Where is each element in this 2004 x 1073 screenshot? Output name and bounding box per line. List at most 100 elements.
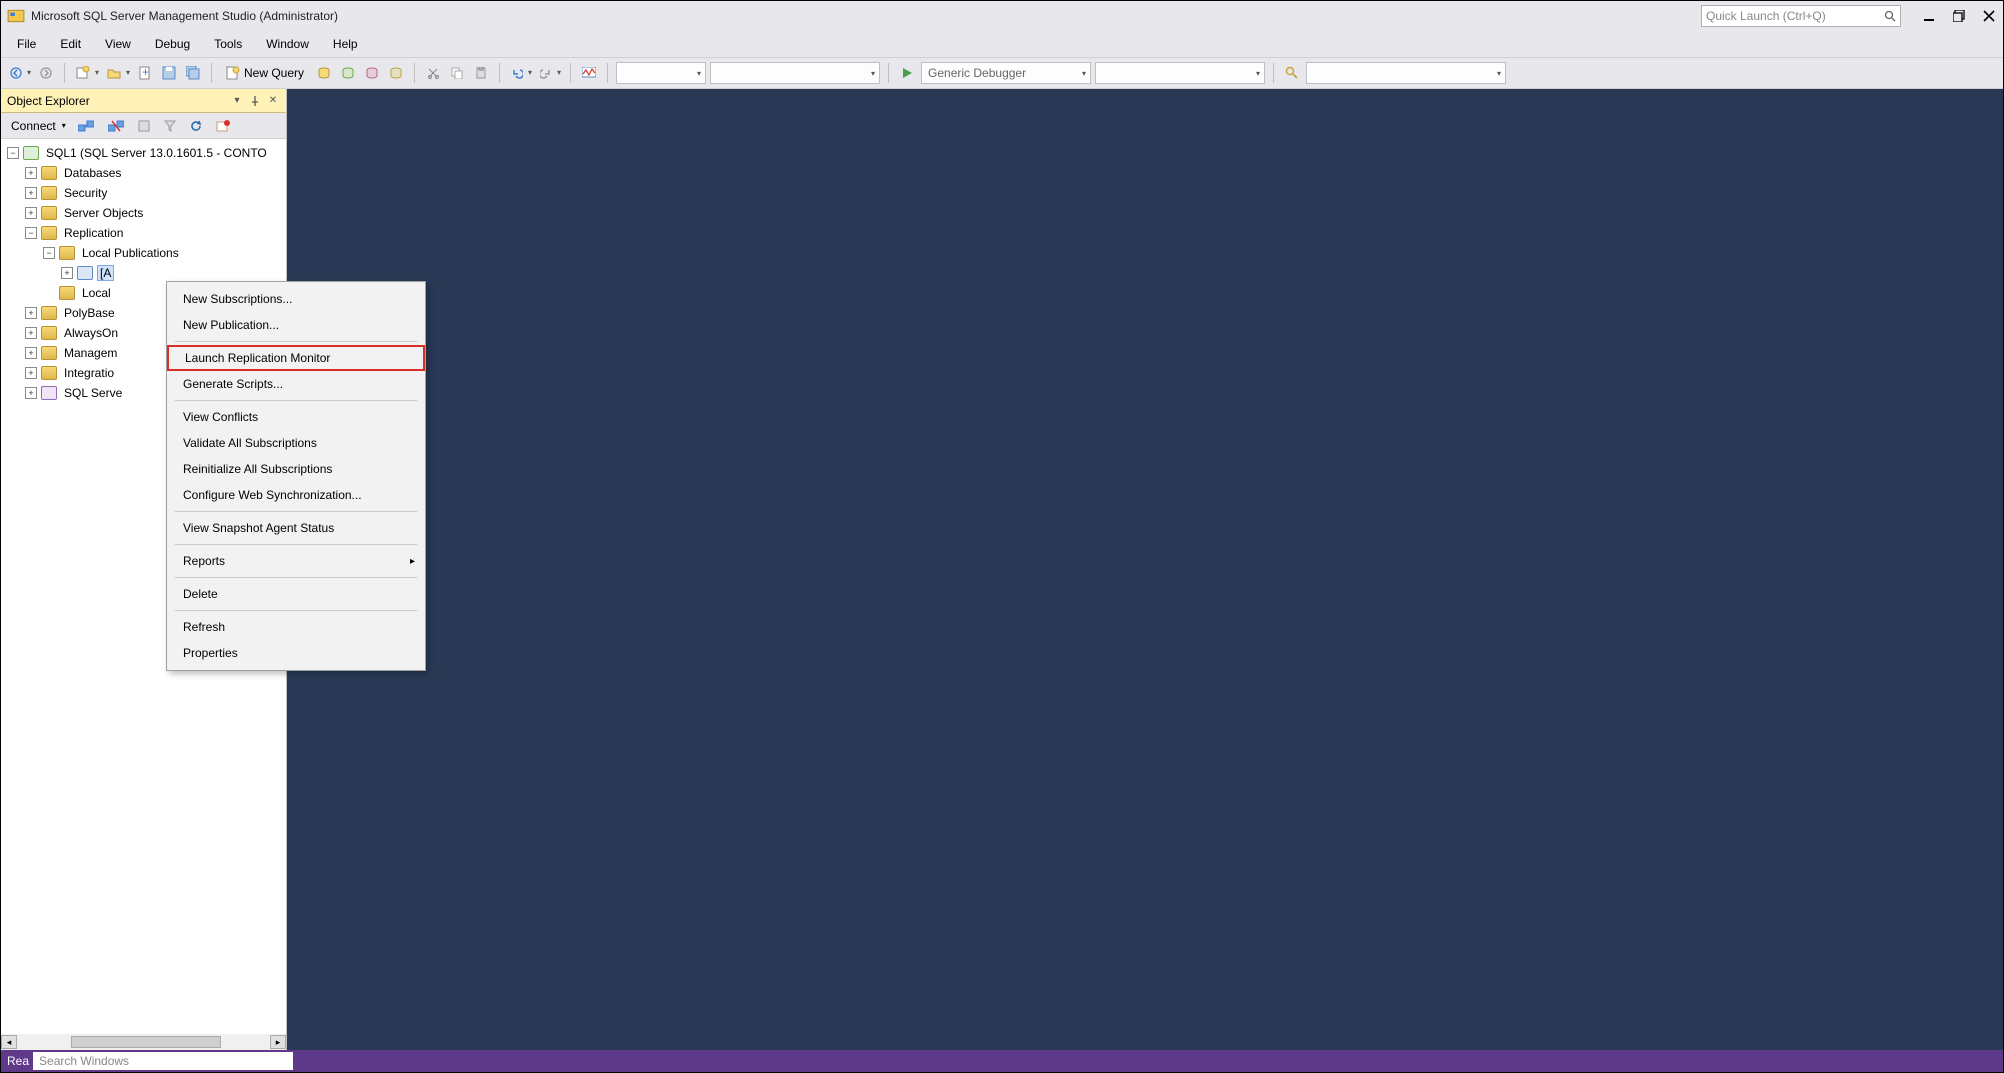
- quick-launch-input[interactable]: Quick Launch (Ctrl+Q): [1701, 5, 1901, 27]
- menu-window[interactable]: Window: [254, 33, 321, 55]
- expand-icon[interactable]: +: [25, 307, 37, 319]
- new-project-button[interactable]: [73, 62, 100, 84]
- cmi-reinitialize-all-subscriptions[interactable]: Reinitialize All Subscriptions: [167, 456, 425, 482]
- cmi-launch-replication-monitor[interactable]: Launch Replication Monitor: [167, 345, 425, 371]
- expand-icon[interactable]: +: [25, 387, 37, 399]
- debugger-combo[interactable]: Generic Debugger: [921, 62, 1091, 84]
- folder-icon: [59, 286, 75, 300]
- solution-config-combo[interactable]: [616, 62, 706, 84]
- app-window: Microsoft SQL Server Management Studio (…: [0, 0, 2004, 1073]
- redo-button[interactable]: [537, 62, 562, 84]
- expand-icon[interactable]: +: [25, 207, 37, 219]
- db-engine-query-button[interactable]: [314, 62, 334, 84]
- restore-button[interactable]: [1951, 8, 1967, 24]
- tree-server-node[interactable]: − SQL1 (SQL Server 13.0.1601.5 - CONTO: [7, 143, 284, 163]
- connect-button[interactable]: Connect: [7, 116, 68, 136]
- search-icon: [1884, 10, 1896, 22]
- activity-monitor-button[interactable]: [579, 62, 599, 84]
- add-file-button[interactable]: +: [135, 62, 155, 84]
- expand-icon[interactable]: +: [25, 327, 37, 339]
- mdx-query-button[interactable]: [338, 62, 358, 84]
- find-button[interactable]: [1282, 62, 1302, 84]
- menu-file[interactable]: File: [5, 33, 48, 55]
- scroll-right-button[interactable]: ▸: [270, 1035, 286, 1049]
- save-all-button[interactable]: [183, 62, 203, 84]
- panel-options-button[interactable]: ▾: [230, 94, 244, 108]
- object-explorer-title: Object Explorer: [7, 94, 226, 108]
- cmi-new-publication[interactable]: New Publication...: [167, 312, 425, 338]
- paste-button[interactable]: [471, 62, 491, 84]
- context-menu-separator: [175, 610, 417, 611]
- svg-text:+: +: [142, 66, 149, 79]
- open-file-button[interactable]: [104, 62, 131, 84]
- cmi-generate-scripts[interactable]: Generate Scripts...: [167, 371, 425, 397]
- collapse-icon[interactable]: −: [43, 247, 55, 259]
- folder-icon: [41, 206, 57, 220]
- menu-debug[interactable]: Debug: [143, 33, 202, 55]
- filter-button[interactable]: [160, 116, 180, 136]
- dmx-query-button[interactable]: [362, 62, 382, 84]
- minimize-button[interactable]: [1921, 8, 1937, 24]
- menu-edit[interactable]: Edit: [48, 33, 93, 55]
- cmi-new-subscriptions[interactable]: New Subscriptions...: [167, 286, 425, 312]
- disconnect-button[interactable]: [104, 116, 128, 136]
- nav-back-button[interactable]: [7, 62, 32, 84]
- context-menu-separator: [175, 400, 417, 401]
- connect-oe-button[interactable]: [74, 116, 98, 136]
- save-button[interactable]: [159, 62, 179, 84]
- menu-view[interactable]: View: [93, 33, 143, 55]
- submenu-arrow-icon: ▸: [410, 556, 415, 567]
- stop-button[interactable]: [134, 116, 154, 136]
- new-query-button[interactable]: New Query: [220, 62, 310, 84]
- find-combo[interactable]: [1306, 62, 1506, 84]
- menu-bar: File Edit View Debug Tools Window Help: [1, 31, 2003, 57]
- cmi-refresh[interactable]: Refresh: [167, 614, 425, 640]
- expand-icon[interactable]: +: [61, 267, 73, 279]
- xmla-query-button[interactable]: [386, 62, 406, 84]
- main-toolbar: + New Query Generic Debugger: [1, 57, 2003, 89]
- cmi-view-snapshot-agent-status[interactable]: View Snapshot Agent Status: [167, 515, 425, 541]
- scroll-left-button[interactable]: ◂: [1, 1035, 17, 1049]
- expand-icon[interactable]: +: [25, 367, 37, 379]
- undo-button[interactable]: [508, 62, 533, 84]
- tree-local-publications[interactable]: −Local Publications: [43, 243, 284, 263]
- folder-icon: [59, 246, 75, 260]
- menu-tools[interactable]: Tools: [202, 33, 254, 55]
- expand-icon[interactable]: +: [25, 187, 37, 199]
- debug-target-combo[interactable]: [1095, 62, 1265, 84]
- tree-databases[interactable]: +Databases: [25, 163, 284, 183]
- scroll-thumb[interactable]: [71, 1036, 221, 1048]
- context-menu-separator: [175, 577, 417, 578]
- context-menu: New Subscriptions... New Publication... …: [166, 281, 426, 671]
- cmi-reports[interactable]: Reports▸: [167, 548, 425, 574]
- collapse-icon[interactable]: −: [7, 147, 19, 159]
- debug-start-button[interactable]: [897, 62, 917, 84]
- expand-icon[interactable]: +: [25, 347, 37, 359]
- cmi-view-conflicts[interactable]: View Conflicts: [167, 404, 425, 430]
- collapse-icon[interactable]: −: [25, 227, 37, 239]
- tree-publication-selected[interactable]: +[A: [61, 263, 284, 283]
- copy-button[interactable]: [447, 62, 467, 84]
- status-ready: Rea: [7, 1054, 29, 1068]
- solution-platform-combo[interactable]: [710, 62, 880, 84]
- tree-replication[interactable]: −Replication: [25, 223, 284, 243]
- context-menu-separator: [175, 544, 417, 545]
- nav-forward-button[interactable]: [36, 62, 56, 84]
- cut-button[interactable]: [423, 62, 443, 84]
- expand-icon[interactable]: +: [25, 167, 37, 179]
- object-explorer-hscroll[interactable]: ◂ ▸: [1, 1034, 286, 1050]
- cmi-validate-all-subscriptions[interactable]: Validate All Subscriptions: [167, 430, 425, 456]
- panel-close-button[interactable]: ✕: [266, 94, 280, 108]
- cmi-properties[interactable]: Properties: [167, 640, 425, 666]
- menu-help[interactable]: Help: [321, 33, 370, 55]
- tree-security[interactable]: +Security: [25, 183, 284, 203]
- cmi-delete[interactable]: Delete: [167, 581, 425, 607]
- refresh-button[interactable]: [186, 116, 206, 136]
- panel-pin-button[interactable]: [248, 94, 262, 108]
- server-icon: [23, 146, 39, 160]
- tree-server-objects[interactable]: +Server Objects: [25, 203, 284, 223]
- cmi-configure-web-sync[interactable]: Configure Web Synchronization...: [167, 482, 425, 508]
- context-menu-separator: [175, 341, 417, 342]
- taskbar-search-input[interactable]: Search Windows: [33, 1052, 293, 1070]
- close-button[interactable]: [1981, 8, 1997, 24]
